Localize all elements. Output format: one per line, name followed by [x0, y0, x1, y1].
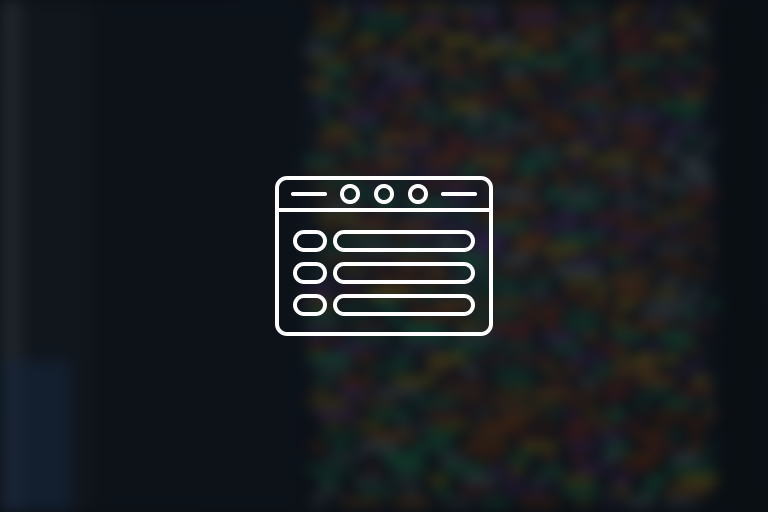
- browser-window-list-icon: [275, 176, 493, 336]
- thumbnail-scene: [0, 0, 768, 512]
